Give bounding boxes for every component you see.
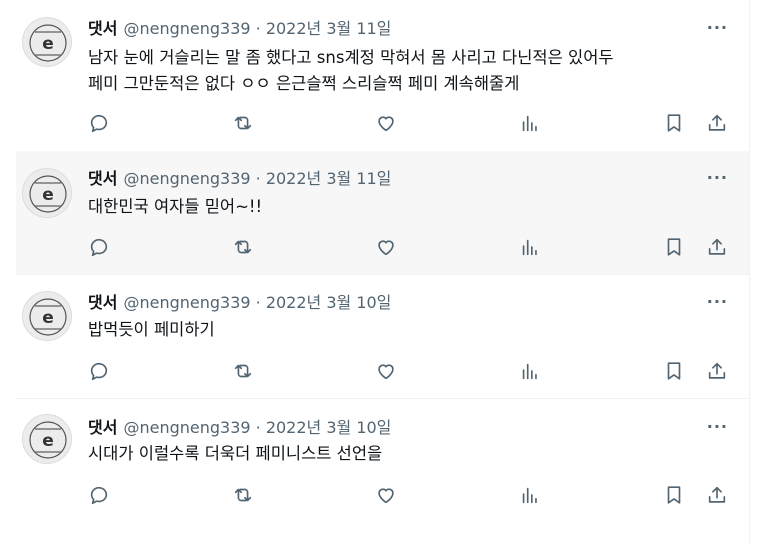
tweet-text-line: 밥먹듯이 페미하기 bbox=[88, 320, 215, 339]
views-icon[interactable] bbox=[519, 236, 541, 258]
more-options-icon[interactable]: ··· bbox=[707, 168, 728, 187]
avatar[interactable]: e bbox=[22, 17, 72, 67]
views-icon[interactable] bbox=[519, 112, 541, 134]
handle-date[interactable]: @nengneng339 · 2022년 3월 11일 bbox=[123, 169, 391, 188]
display-name[interactable]: 댓서 bbox=[88, 418, 117, 437]
tweet-text-line: 시대가 이럴수록 더욱더 페미니스트 선언을 bbox=[88, 444, 383, 463]
share-icon[interactable] bbox=[706, 236, 728, 258]
tweet[interactable]: e 댓서 @nengneng339 · 2022년 3월 10일 ··· 시대가 … bbox=[16, 399, 750, 529]
svg-text:e: e bbox=[42, 34, 54, 54]
retweet-icon[interactable] bbox=[232, 112, 254, 134]
handle-date[interactable]: @nengneng339 · 2022년 3월 10일 bbox=[123, 418, 391, 437]
tweet-text: 남자 눈에 거슬리는 말 좀 했다고 sns계정 막혀서 몸 사리고 다닌적은 … bbox=[88, 45, 730, 97]
tweet[interactable]: e 댓서 @nengneng339 · 2022년 3월 11일 ··· 대한민국… bbox=[16, 151, 750, 274]
like-icon[interactable] bbox=[375, 484, 397, 506]
more-options-icon[interactable]: ··· bbox=[707, 292, 728, 311]
like-icon[interactable] bbox=[375, 360, 397, 382]
views-icon[interactable] bbox=[519, 360, 541, 382]
tweet[interactable]: e 댓서 @nengneng339 · 2022년 3월 11일 ··· 남자 눈… bbox=[16, 0, 750, 150]
share-icon[interactable] bbox=[706, 112, 728, 134]
tweet[interactable]: e 댓서 @nengneng339 · 2022년 3월 10일 ··· 밥먹듯이… bbox=[16, 275, 750, 398]
column-border bbox=[749, 0, 750, 544]
bookmark-icon[interactable] bbox=[663, 484, 685, 506]
tweet-text: 대한민국 여자들 믿어~!! bbox=[88, 194, 730, 220]
avatar[interactable]: e bbox=[22, 291, 72, 341]
retweet-icon[interactable] bbox=[232, 484, 254, 506]
tweet-text-line: 대한민국 여자들 믿어~!! bbox=[88, 197, 263, 216]
retweet-icon[interactable] bbox=[232, 360, 254, 382]
display-name[interactable]: 댓서 bbox=[88, 19, 117, 38]
tweet-header: 댓서 @nengneng339 · 2022년 3월 10일 bbox=[88, 418, 391, 438]
bookmark-icon[interactable] bbox=[663, 236, 685, 258]
more-options-icon[interactable]: ··· bbox=[707, 18, 728, 37]
svg-text:e: e bbox=[42, 308, 54, 328]
action-bar bbox=[16, 236, 750, 260]
display-name[interactable]: 댓서 bbox=[88, 293, 117, 312]
tweet-text-line: 남자 눈에 거슬리는 말 좀 했다고 sns계정 막혀서 몸 사리고 다닌적은 … bbox=[88, 48, 614, 67]
tweet-text-line: 페미 그만둔적은 없다 ㅇㅇ 은근슬쩍 스리슬쩍 페미 계속해줄게 bbox=[88, 74, 520, 93]
share-icon[interactable] bbox=[706, 360, 728, 382]
tweet-feed: e 댓서 @nengneng339 · 2022년 3월 11일 ··· 남자 눈… bbox=[16, 0, 750, 544]
reply-icon[interactable] bbox=[88, 360, 110, 382]
handle-date[interactable]: @nengneng339 · 2022년 3월 11일 bbox=[123, 19, 391, 38]
svg-text:e: e bbox=[42, 431, 54, 451]
views-icon[interactable] bbox=[519, 484, 541, 506]
handle-date[interactable]: @nengneng339 · 2022년 3월 10일 bbox=[123, 293, 391, 312]
like-icon[interactable] bbox=[375, 112, 397, 134]
action-bar bbox=[16, 484, 750, 508]
more-options-icon[interactable]: ··· bbox=[707, 417, 728, 436]
svg-text:e: e bbox=[42, 185, 54, 205]
reply-icon[interactable] bbox=[88, 484, 110, 506]
tweet-text: 시대가 이럴수록 더욱더 페미니스트 선언을 bbox=[88, 441, 730, 467]
retweet-icon[interactable] bbox=[232, 236, 254, 258]
tweet-header: 댓서 @nengneng339 · 2022년 3월 11일 bbox=[88, 169, 391, 189]
reply-icon[interactable] bbox=[88, 112, 110, 134]
display-name[interactable]: 댓서 bbox=[88, 169, 117, 188]
avatar[interactable]: e bbox=[22, 414, 72, 464]
avatar[interactable]: e bbox=[22, 168, 72, 218]
tweet-text: 밥먹듯이 페미하기 bbox=[88, 317, 730, 343]
tweet-header: 댓서 @nengneng339 · 2022년 3월 10일 bbox=[88, 293, 391, 313]
reply-icon[interactable] bbox=[88, 236, 110, 258]
share-icon[interactable] bbox=[706, 484, 728, 506]
action-bar bbox=[16, 112, 750, 136]
action-bar bbox=[16, 360, 750, 384]
bookmark-icon[interactable] bbox=[663, 112, 685, 134]
like-icon[interactable] bbox=[375, 236, 397, 258]
bookmark-icon[interactable] bbox=[663, 360, 685, 382]
tweet-header: 댓서 @nengneng339 · 2022년 3월 11일 bbox=[88, 19, 391, 39]
